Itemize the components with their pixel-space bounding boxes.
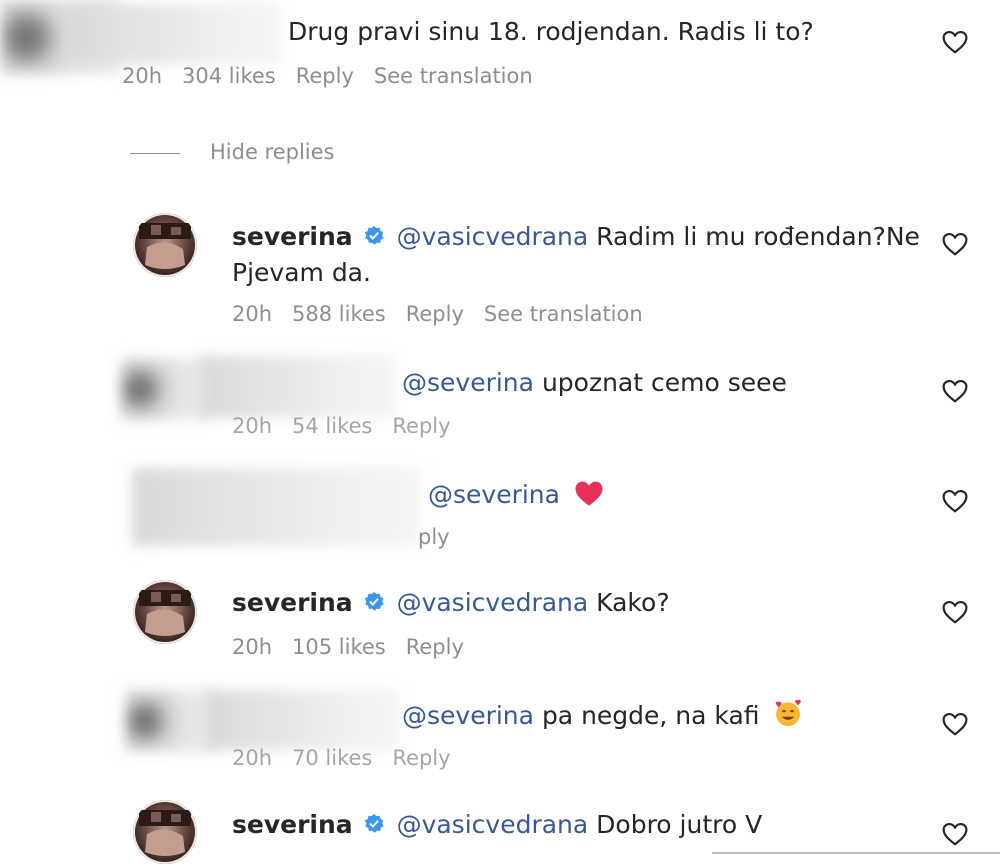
reply-likes[interactable]: 54 likes: [292, 414, 372, 438]
reply-text: @severina pa negde, na kafi: [402, 698, 803, 734]
reply-text-line2: Pjevam da.: [232, 258, 371, 287]
comment-meta: 20h 304 likes Reply See translation: [122, 64, 553, 88]
heart-outline-icon[interactable]: [942, 30, 968, 54]
mention-link[interactable]: @severina: [402, 368, 534, 397]
reply-meta: ply: [418, 525, 470, 549]
blurred-username: [200, 356, 395, 418]
avatar-severina[interactable]: [133, 800, 197, 864]
mention-link[interactable]: @severina: [402, 701, 534, 730]
hide-replies-label: Hide replies: [210, 140, 335, 164]
reply-button[interactable]: Reply: [296, 64, 354, 88]
heart-outline-icon[interactable]: [942, 379, 968, 403]
reply-time: 20h: [232, 302, 273, 326]
reply-likes[interactable]: 105 likes: [292, 635, 386, 659]
reply-button[interactable]: Reply: [392, 414, 450, 438]
blurred-avatar: [120, 358, 210, 420]
verified-badge-icon: [364, 591, 384, 611]
mention-link[interactable]: @vasicvedrana: [397, 810, 589, 839]
username[interactable]: severina: [232, 222, 353, 251]
comment-time: 20h: [122, 64, 163, 88]
blurred-username: [70, 4, 280, 64]
see-translation-button[interactable]: See translation: [484, 302, 643, 326]
reply-text: severina @vasicvedrana Dobro jutro V: [232, 810, 763, 839]
heart-outline-icon[interactable]: [942, 600, 968, 624]
heart-outline-icon[interactable]: [942, 712, 968, 736]
reply-text: severina @vasicvedrana Radim li mu rođen…: [232, 222, 920, 251]
comment-text: Drug pravi sinu 18. rodjendan. Radis li …: [288, 17, 814, 46]
reply-meta: 20h 588 likes Reply See translation: [232, 302, 663, 326]
reply-time: 20h: [232, 414, 273, 438]
hide-replies-line: [130, 152, 180, 154]
reply-text: @severina: [428, 477, 604, 513]
reply-meta: 20h 54 likes Reply: [232, 414, 471, 438]
reply-button[interactable]: ply: [418, 525, 450, 549]
red-heart-emoji: [575, 481, 603, 506]
reply-likes[interactable]: 70 likes: [292, 746, 372, 770]
reply-time: 20h: [232, 746, 273, 770]
see-translation-button[interactable]: See translation: [374, 64, 533, 88]
reply-text: @severina upoznat cemo seee: [402, 368, 787, 397]
blurred-user-block: [132, 468, 420, 546]
heart-outline-icon[interactable]: [942, 489, 968, 513]
username[interactable]: severina: [232, 588, 353, 617]
reply-likes[interactable]: 588 likes: [292, 302, 386, 326]
reply-button[interactable]: Reply: [406, 302, 464, 326]
reply-button[interactable]: Reply: [406, 635, 464, 659]
bottom-divider: [712, 852, 1000, 854]
reply-meta: 20h 105 likes Reply: [232, 635, 484, 659]
hide-replies-button[interactable]: Hide replies: [130, 140, 335, 164]
avatar-severina[interactable]: [133, 213, 197, 277]
heart-outline-icon[interactable]: [942, 822, 968, 846]
avatar-severina[interactable]: [133, 580, 197, 644]
username[interactable]: severina: [232, 810, 353, 839]
comment-likes[interactable]: 304 likes: [182, 64, 276, 88]
blurred-avatar: [125, 690, 215, 752]
mention-link[interactable]: @vasicvedrana: [397, 588, 589, 617]
smiling-hearts-emoji: [776, 699, 802, 727]
reply-meta: 20h 70 likes Reply: [232, 746, 471, 770]
mention-link[interactable]: @vasicvedrana: [397, 222, 589, 251]
mention-link[interactable]: @severina: [428, 480, 560, 509]
reply-time: 20h: [232, 635, 273, 659]
reply-button[interactable]: Reply: [392, 746, 450, 770]
verified-badge-icon: [364, 813, 384, 833]
verified-badge-icon: [364, 225, 384, 245]
blurred-username: [205, 690, 397, 750]
heart-outline-icon[interactable]: [942, 232, 968, 256]
reply-text: severina @vasicvedrana Kako?: [232, 588, 670, 617]
